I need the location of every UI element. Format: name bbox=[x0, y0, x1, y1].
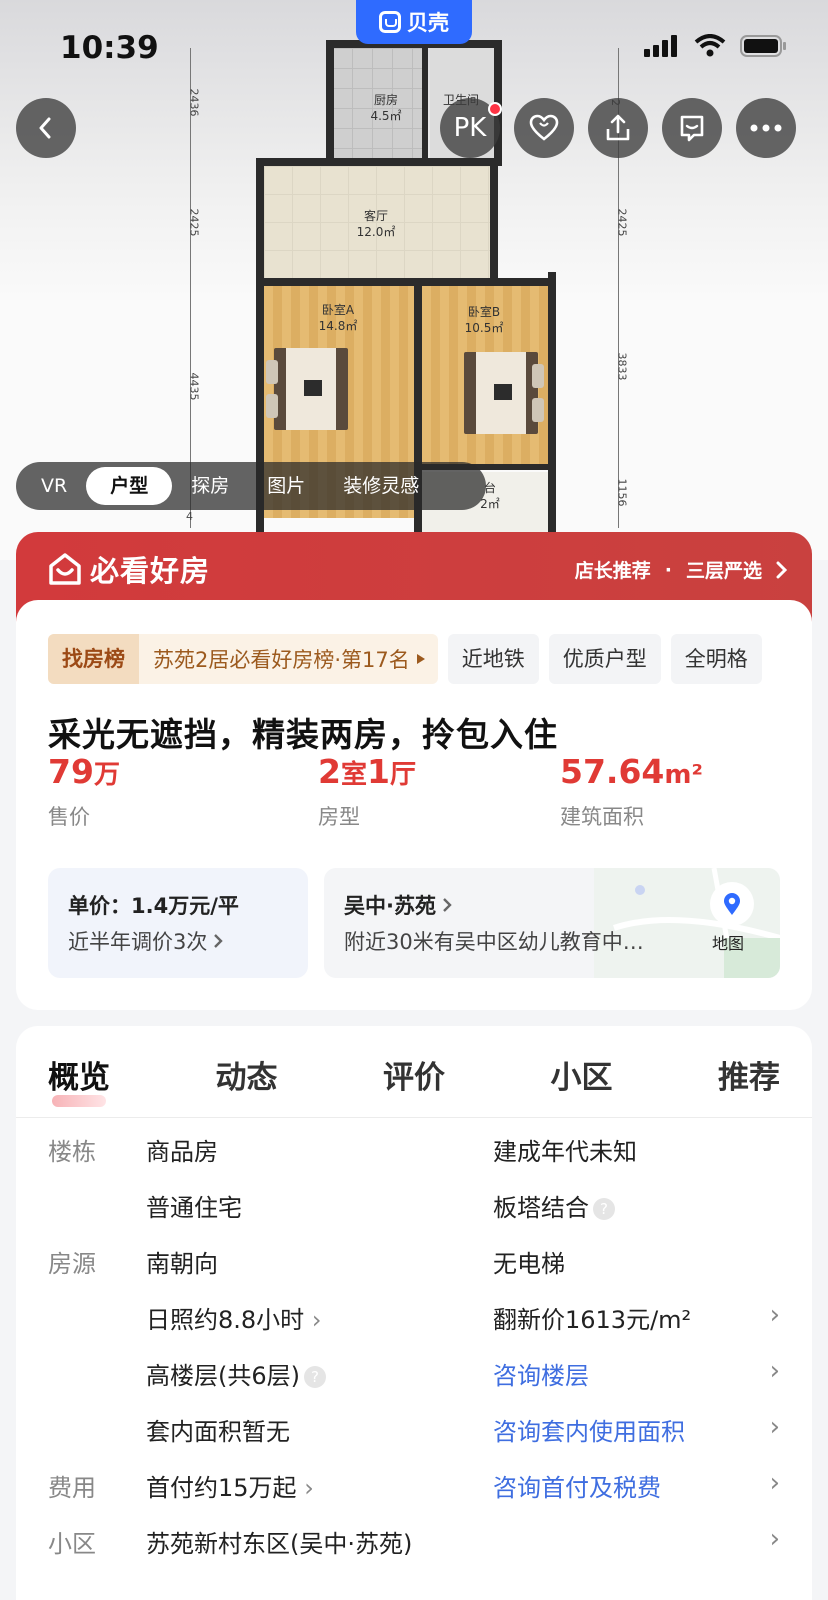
map-pin-icon bbox=[724, 893, 740, 915]
chip-layout: 优质户型 bbox=[548, 634, 661, 684]
banner-title: 必看好房 bbox=[90, 554, 211, 588]
beike-logo-icon bbox=[379, 11, 401, 33]
media-tab-floorplan[interactable]: 户型 bbox=[86, 467, 173, 505]
chevron-right-icon: › bbox=[769, 1356, 780, 1386]
banner-link-manager: 店长推荐 bbox=[574, 560, 651, 582]
banner-separator: · bbox=[664, 558, 672, 581]
chevron-right-icon: › bbox=[769, 1300, 780, 1330]
detail-row: 普通住宅 板塔结合? bbox=[48, 1188, 780, 1244]
layout-kpi: 2室1厅 房型 bbox=[318, 752, 416, 829]
banner-logo: 必看好房 bbox=[48, 548, 210, 590]
detail-row: 楼栋 商品房 建成年代未知 bbox=[48, 1138, 637, 1166]
tab-community[interactable]: 小区 bbox=[551, 1052, 613, 1097]
help-icon[interactable]: ? bbox=[593, 1198, 615, 1220]
map-label: 地图 bbox=[712, 934, 745, 953]
banner-link-strict: 三层严选 bbox=[685, 560, 762, 582]
chat-bubble-icon bbox=[680, 115, 704, 142]
section-tabs: 概览 动态 评价 小区 推荐 bbox=[16, 1052, 812, 1107]
tag-chips: 找房榜 苏苑2居必看好房榜·第17名 近地铁 优质户型 全明格 bbox=[48, 634, 762, 684]
pk-label: PK bbox=[453, 113, 487, 143]
notification-dot bbox=[488, 102, 502, 116]
rank-chip[interactable]: 找房榜 苏苑2居必看好房榜·第17名 bbox=[48, 634, 438, 684]
ask-floor-link[interactable]: 咨询楼层 bbox=[493, 1356, 589, 1391]
price-kpi: 79万 售价 bbox=[48, 752, 120, 829]
house-icon bbox=[49, 553, 81, 585]
bed-b bbox=[454, 350, 546, 436]
kitchen-label: 厨房 4.5㎡ bbox=[370, 93, 402, 123]
chip-subway: 近地铁 bbox=[447, 634, 539, 684]
bed-a bbox=[264, 346, 356, 432]
tab-updates[interactable]: 动态 bbox=[216, 1052, 278, 1097]
chevron-right-icon: › bbox=[769, 1524, 780, 1554]
share-button[interactable] bbox=[588, 98, 648, 158]
media-tab-visit[interactable]: 探房 bbox=[172, 467, 248, 505]
chevron-right-icon: › bbox=[304, 1474, 314, 1502]
ask-downpayment-link[interactable]: 咨询首付及税费 bbox=[493, 1468, 661, 1503]
brand-badge: 贝壳 bbox=[356, 0, 472, 44]
tab-reviews[interactable]: 评价 bbox=[383, 1052, 445, 1097]
detail-row-sunlight[interactable]: 日照约8.8小时 › 翻新价1613元/m² › bbox=[48, 1300, 780, 1356]
brand-name: 贝壳 bbox=[407, 11, 449, 35]
tabs-divider bbox=[16, 1117, 812, 1118]
chevron-left-icon bbox=[39, 117, 51, 139]
media-tab-vr[interactable]: VR bbox=[22, 467, 86, 505]
chevron-right-icon bbox=[776, 561, 788, 578]
chevron-right-icon bbox=[214, 934, 224, 948]
share-icon bbox=[606, 114, 630, 141]
unit-price-box[interactable]: 单价：1.4万元/平 近半年调价3次 bbox=[48, 868, 308, 978]
media-tabs: VR 户型 探房 图片 装修灵感 bbox=[16, 462, 486, 510]
battery-icon bbox=[740, 35, 786, 57]
chevron-right-icon bbox=[443, 898, 452, 912]
ask-inner-area-link[interactable]: 咨询套内使用面积 bbox=[493, 1412, 685, 1447]
bedroom-b-label: 卧室B 10.5㎡ bbox=[464, 305, 504, 335]
bedroom-a-label: 卧室A 14.8㎡ bbox=[318, 303, 358, 333]
location-box[interactable]: 吴中·苏苑 附近30米有吴中区幼儿教育中… 地图 bbox=[324, 868, 780, 978]
back-button[interactable] bbox=[16, 98, 76, 158]
more-dots-icon bbox=[750, 124, 782, 132]
heart-icon bbox=[529, 114, 559, 141]
triangle-right-icon bbox=[416, 654, 425, 664]
signal-icon bbox=[644, 35, 677, 57]
living-label: 客厅 12.0㎡ bbox=[356, 209, 396, 239]
chevron-right-icon: › bbox=[769, 1412, 780, 1442]
detail-row: 房源 南朝向 无电梯 bbox=[48, 1250, 565, 1278]
detail-row-cost[interactable]: 费用 首付约15万起 › 咨询首付及税费 › bbox=[48, 1468, 780, 1524]
rank-tag: 找房榜 bbox=[48, 634, 139, 684]
banner-links[interactable]: 店长推荐 · 三层严选 bbox=[575, 556, 788, 583]
chevron-right-icon: › bbox=[311, 1306, 322, 1334]
help-icon[interactable]: ? bbox=[304, 1366, 326, 1388]
status-icons bbox=[644, 34, 788, 58]
detail-row-floor[interactable]: 高楼层(共6层)? 咨询楼层 › bbox=[48, 1356, 780, 1412]
district-link: 吴中·苏苑 bbox=[344, 890, 452, 920]
mini-map-image bbox=[594, 868, 780, 978]
listing-title: 采光无遮挡，精装两房，拎包入住 bbox=[48, 715, 558, 754]
unit-price: 单价：1.4万元/平 bbox=[68, 894, 239, 918]
media-tab-photos[interactable]: 图片 bbox=[248, 467, 324, 505]
floorplan-hero[interactable]: 厨房4.5㎡ 卫生间 客厅12.0㎡ 卧室A14.8㎡ 卧室B10.5㎡ bbox=[0, 0, 828, 560]
detail-row-inner-area[interactable]: 套内面积暂无 咨询套内使用面积 › bbox=[48, 1412, 780, 1468]
map-button[interactable] bbox=[710, 882, 754, 926]
rank-text: 苏苑2居必看好房榜·第17名 bbox=[153, 648, 410, 672]
area-kpi: 57.64m² 建筑面积 bbox=[560, 752, 703, 829]
tab-overview[interactable]: 概览 bbox=[48, 1052, 110, 1107]
status-time: 10:39 bbox=[60, 30, 159, 66]
wifi-icon bbox=[694, 34, 726, 57]
detail-row-community[interactable]: 小区 苏苑新村东区(吴中·苏苑) › bbox=[48, 1524, 780, 1580]
chip-bright: 全明格 bbox=[670, 634, 762, 684]
favorite-button[interactable] bbox=[514, 98, 574, 158]
message-button[interactable] bbox=[662, 98, 722, 158]
media-tab-decor[interactable]: 装修灵感 bbox=[324, 467, 438, 505]
more-button[interactable] bbox=[736, 98, 796, 158]
price-adjust-link: 近半年调价3次 bbox=[68, 926, 224, 956]
nearby-text: 附近30米有吴中区幼儿教育中… bbox=[344, 930, 644, 954]
chevron-right-icon: › bbox=[769, 1468, 780, 1498]
tab-recommend[interactable]: 推荐 bbox=[718, 1052, 780, 1097]
pk-button[interactable]: PK bbox=[440, 98, 502, 158]
